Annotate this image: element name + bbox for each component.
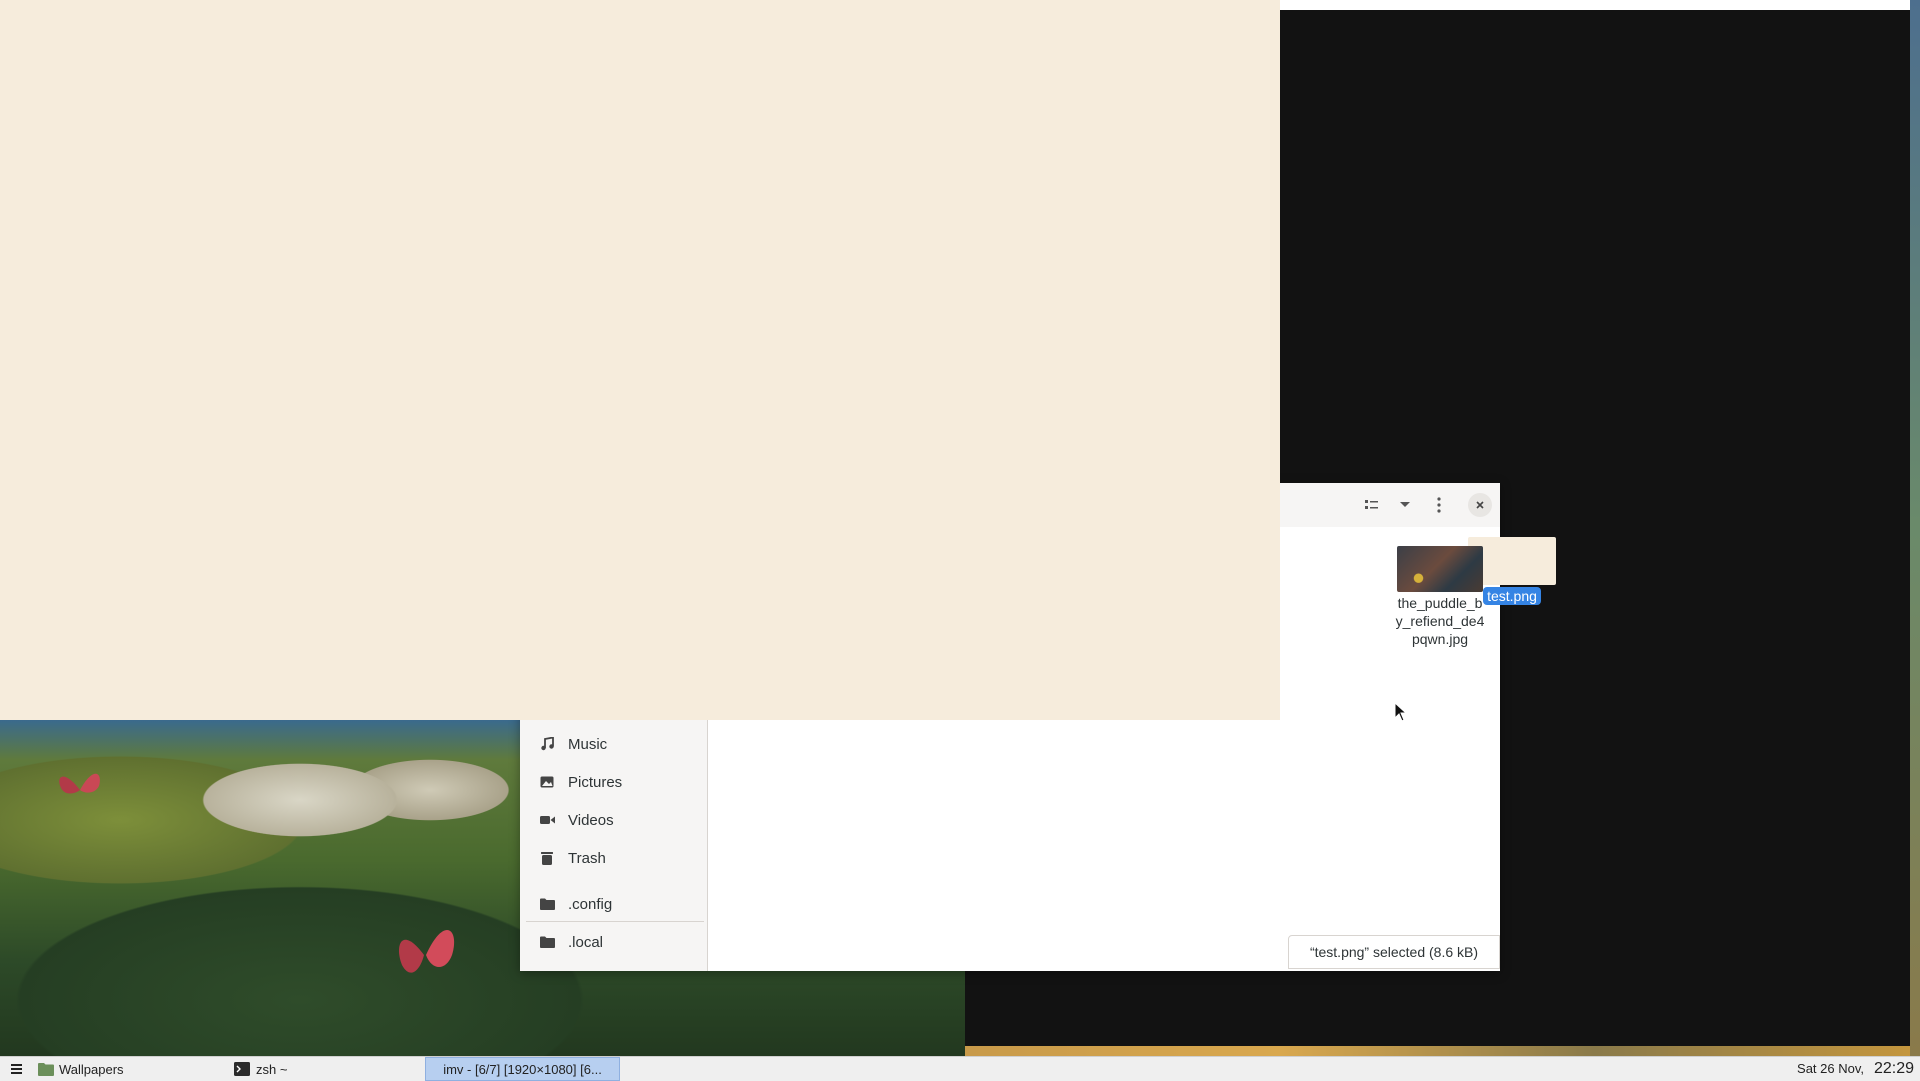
taskbar-item-label: zsh ~ bbox=[256, 1061, 288, 1077]
butterfly-left bbox=[59, 773, 100, 794]
sidebar-item-label: .local bbox=[568, 933, 604, 951]
butterfly-right bbox=[398, 929, 455, 973]
terminal-icon bbox=[234, 1062, 250, 1076]
sidebar-item-label: Videos bbox=[568, 811, 614, 829]
file-name: the_puddle_by_refiend_de4pqwn.jpg bbox=[1395, 595, 1485, 647]
taskbar-item-imv[interactable]: imv - [6/7] [1920×1080] [6... bbox=[425, 1057, 620, 1081]
sidebar-item-music[interactable]: Music bbox=[520, 725, 707, 763]
file-item-the-puddle[interactable]: the_puddle_by_refiend_de4pqwn.jpg bbox=[1388, 546, 1492, 648]
close-icon[interactable] bbox=[1468, 493, 1492, 517]
wallpaper-strip bbox=[965, 1046, 1910, 1056]
sidebar-item-label: Pictures bbox=[568, 773, 623, 791]
sidebar-item-trash[interactable]: Trash bbox=[520, 839, 707, 877]
clock-time: 22:29 bbox=[1873, 1060, 1914, 1077]
music-note-icon bbox=[538, 737, 556, 751]
sidebar-item-label: .config bbox=[568, 895, 613, 913]
folder-icon bbox=[538, 898, 556, 910]
image-icon bbox=[538, 776, 556, 788]
taskbar-item-wallpapers[interactable]: Wallpapers bbox=[38, 1057, 228, 1081]
dropdown-icon[interactable] bbox=[1391, 491, 1419, 519]
selection-status: “test.png” selected (8.6 kB) bbox=[1288, 935, 1500, 969]
clock-date: Sat 26 Nov, bbox=[1797, 1061, 1864, 1076]
sidebar-item-pictures[interactable]: Pictures bbox=[520, 763, 707, 801]
imv-window-border bbox=[1280, 0, 1910, 10]
wallpaper-edge bbox=[1910, 0, 1920, 1056]
imv-displayed-image bbox=[0, 0, 1280, 720]
folder-icon bbox=[38, 1062, 54, 1076]
file-thumbnail bbox=[1397, 546, 1483, 592]
list-view-icon[interactable] bbox=[1358, 491, 1386, 519]
sidebar-item-local[interactable]: .local bbox=[520, 923, 707, 961]
taskbar-item-label: Wallpapers bbox=[59, 1061, 124, 1077]
kebab-menu-icon[interactable] bbox=[1425, 491, 1453, 519]
trash-icon bbox=[538, 851, 556, 865]
mouse-cursor-icon bbox=[1394, 702, 1408, 722]
sidebar-item-videos[interactable]: Videos bbox=[520, 801, 707, 839]
video-camera-icon bbox=[538, 815, 556, 825]
folder-icon bbox=[538, 936, 556, 948]
sidebar-item-config[interactable]: .config bbox=[520, 885, 707, 923]
sidebar-item-label: Music bbox=[568, 735, 608, 753]
taskbar-item-zsh[interactable]: zsh ~ bbox=[234, 1057, 424, 1081]
sidebar-item-label: Trash bbox=[568, 849, 606, 867]
menu-icon[interactable] bbox=[6, 1057, 26, 1081]
taskbar: Wallpapers zsh ~ imv - [6/7] [1920×1080]… bbox=[0, 1056, 1920, 1081]
imv-window-background bbox=[965, 970, 1910, 1046]
taskbar-item-label: imv - [6/7] [1920×1080] [6... bbox=[443, 1061, 602, 1077]
